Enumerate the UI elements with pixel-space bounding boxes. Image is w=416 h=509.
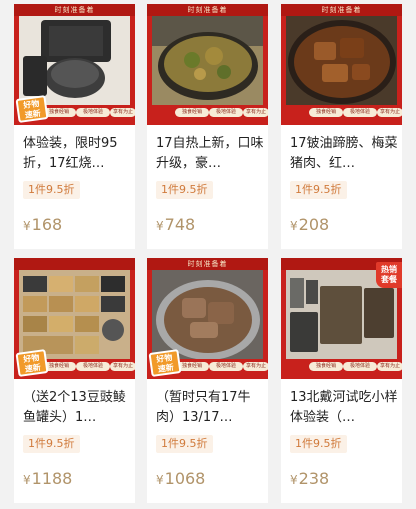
fresh-badge: 好物 速新 [15, 95, 49, 123]
product-card[interactable]: 独食经销 极地体验 享有为止 好物 速新 （送2个13豆豉鲮鱼罐头）1… 1件9.… [14, 258, 135, 503]
product-grid: 时刻准备着 独食经销 极地体验 享有为止 好物 速新 体验装，限时95折，17红烧… [0, 0, 416, 509]
product-photo [286, 16, 397, 105]
product-title[interactable]: （暂时只有17牛肉）13/17… [156, 388, 264, 428]
fresh-badge: 好物 速新 [148, 349, 182, 377]
discount-tag: 1件9.5折 [290, 435, 347, 453]
product-image[interactable]: 独食经销 极地体验 享有为止 好物 速新 [14, 258, 135, 379]
discount-tag: 1件9.5折 [23, 181, 80, 199]
fresh-badge: 好物 速新 [15, 349, 49, 377]
hot-badge: 热销 套餐 [376, 262, 402, 288]
image-banner: 时刻准备着 [14, 4, 135, 16]
image-pill: 享有为止 [243, 362, 268, 371]
product-price: ¥748 [156, 215, 196, 234]
image-pill: 极地体验 [209, 362, 243, 371]
product-title[interactable]: 17自热上新，口味升级，豪… [156, 134, 264, 174]
image-pill: 独食经销 [175, 108, 209, 117]
image-pill: 极地体验 [343, 362, 377, 371]
product-price: ¥208 [290, 215, 330, 234]
image-banner: 时刻准备着 [147, 4, 268, 16]
product-card[interactable]: 独食经销 极地体验 享有为止 热销 套餐 13北戴河试吃小样体验装（… 1件9.5… [281, 258, 402, 503]
image-pill: 独食经销 [309, 108, 343, 117]
product-title[interactable]: （送2个13豆豉鲮鱼罐头）1… [23, 388, 131, 428]
image-pill: 极地体验 [76, 108, 110, 117]
product-title[interactable]: 17铍油蹄膀、梅菜猪肉、红… [290, 134, 398, 174]
image-pill: 极地体验 [343, 108, 377, 117]
image-pill: 享有为止 [110, 362, 135, 371]
product-card[interactable]: 时刻准备着 独食经销 极地体验 享有为止 好物 速新 （暂时只有17牛肉）13/1… [147, 258, 268, 503]
image-pill: 享有为止 [110, 108, 135, 117]
product-price: ¥238 [290, 469, 330, 488]
discount-tag: 1件9.5折 [156, 181, 213, 199]
discount-tag: 1件9.5折 [23, 435, 80, 453]
product-image[interactable]: 独食经销 极地体验 享有为止 热销 套餐 [281, 258, 402, 379]
image-pill: 享有为止 [377, 108, 402, 117]
image-pill: 享有为止 [243, 108, 268, 117]
product-card[interactable]: 时刻准备着 独食经销 极地体验 享有为止 好物 速新 体验装，限时95折，17红烧… [14, 4, 135, 249]
image-pill: 极地体验 [76, 362, 110, 371]
image-banner: 时刻准备着 [147, 258, 268, 270]
product-photo [19, 16, 130, 105]
product-image[interactable]: 时刻准备着 独食经销 极地体验 享有为止 [281, 4, 402, 125]
discount-tag: 1件9.5折 [290, 181, 347, 199]
product-photo [19, 270, 130, 359]
image-banner [14, 258, 135, 270]
image-pill: 独食经销 [309, 362, 343, 371]
image-pill: 极地体验 [209, 108, 243, 117]
product-card[interactable]: 时刻准备着 独食经销 极地体验 享有为止 17自热上新，口味升级，豪… 1件9.… [147, 4, 268, 249]
product-image[interactable]: 时刻准备着 独食经销 极地体验 享有为止 好物 速新 [14, 4, 135, 125]
image-pill: 享有为止 [377, 362, 402, 371]
image-banner: 时刻准备着 [281, 4, 402, 16]
product-title[interactable]: 13北戴河试吃小样体验装（… [290, 388, 398, 428]
product-image[interactable]: 时刻准备着 独食经销 极地体验 享有为止 好物 速新 [147, 258, 268, 379]
product-photo [152, 16, 263, 105]
product-title[interactable]: 体验装，限时95折，17红烧… [23, 134, 131, 174]
product-price: ¥168 [23, 215, 63, 234]
discount-tag: 1件9.5折 [156, 435, 213, 453]
product-card[interactable]: 时刻准备着 独食经销 极地体验 享有为止 17铍油蹄膀、梅菜猪肉、红… 1件9.… [281, 4, 402, 249]
product-image[interactable]: 时刻准备着 独食经销 极地体验 享有为止 [147, 4, 268, 125]
product-photo [152, 270, 263, 359]
product-price: ¥1068 [156, 469, 206, 488]
product-price: ¥1188 [23, 469, 73, 488]
